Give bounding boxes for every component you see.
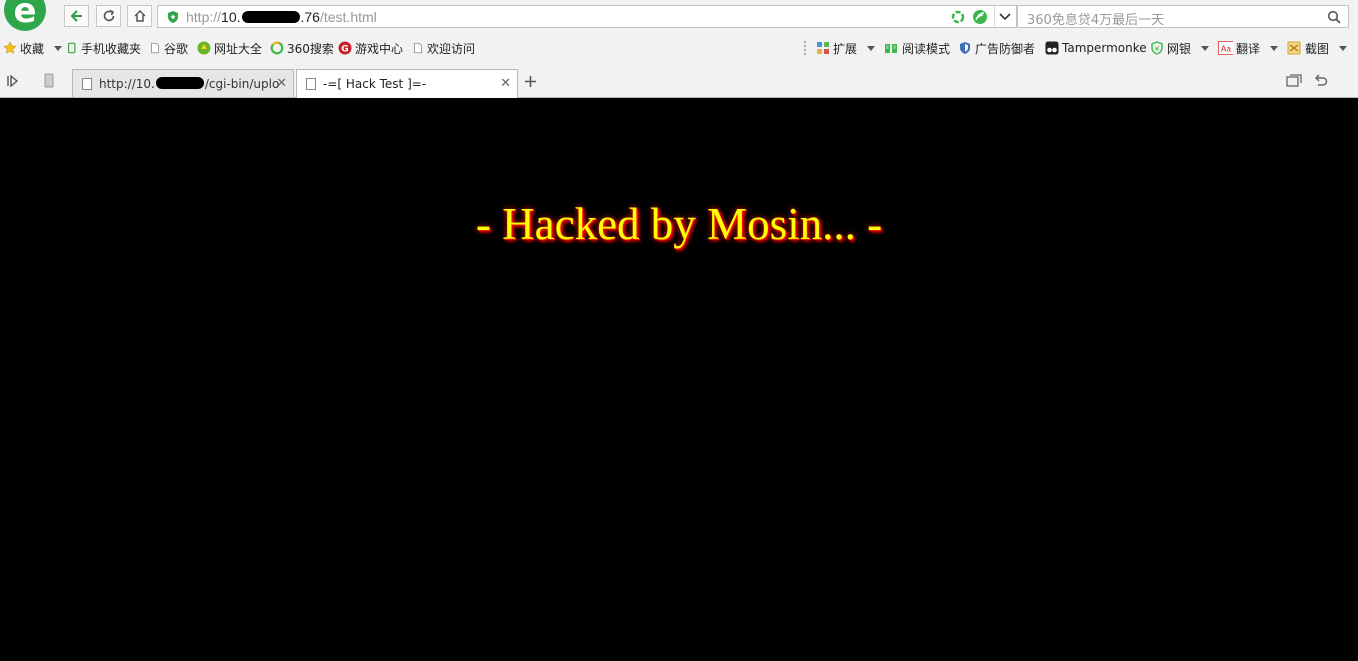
page-icon <box>414 42 423 54</box>
search-placeholder: 360免息贷4万最后一天 <box>1027 13 1165 28</box>
tab-strip: http://10./cgi-bin/uplo ✕ -=[ Hack Test … <box>0 66 1358 98</box>
book-icon <box>885 44 897 53</box>
back-button[interactable] <box>64 5 89 27</box>
page-icon <box>306 78 316 90</box>
undo-close-tab-icon[interactable] <box>1313 73 1328 88</box>
page-icon <box>82 77 92 90</box>
bookmark-google[interactable]: 谷歌 <box>150 40 188 56</box>
tab-upload-page[interactable]: http://10./cgi-bin/uplo ✕ <box>72 69 294 97</box>
search-input[interactable]: 360免息贷4万最后一天 <box>1017 5 1349 28</box>
refresh-button[interactable] <box>96 5 121 27</box>
bookmark-game-center[interactable]: G 游戏中心 <box>338 40 403 56</box>
recycle-icon[interactable] <box>951 10 965 24</box>
tab-title: http://10./cgi-bin/uplo <box>99 76 280 91</box>
home-button[interactable] <box>127 5 152 27</box>
toolbar-screenshot[interactable]: 截图 <box>1286 40 1348 56</box>
svg-text:¥: ¥ <box>1155 45 1160 53</box>
tab-close-icon[interactable]: ✕ <box>500 76 511 91</box>
translate-icon: Aa <box>1218 41 1233 55</box>
arrow-left-icon <box>70 10 82 22</box>
toolbar-extensions[interactable]: 扩展 <box>816 40 876 56</box>
star-icon <box>3 41 17 54</box>
security-shield-icon <box>168 11 178 23</box>
toolbar-tampermonkey[interactable]: Tampermonke <box>1045 40 1147 56</box>
bookmark-welcome[interactable]: 欢迎访问 <box>413 40 475 56</box>
bookmark-mobile-favorites[interactable]: 手机收藏夹 <box>67 40 141 56</box>
site-nav-icon <box>197 41 211 55</box>
bookmarks-bar: 收藏 手机收藏夹 谷歌 网址大全 360搜索 G 游戏中心 欢迎访问 扩展 阅读… <box>0 37 1358 59</box>
svg-text:G: G <box>341 45 348 55</box>
screenshot-icon <box>1287 41 1301 55</box>
address-bar-row: e http://10. .76/test.html 360免息贷4万最后一天 <box>0 0 1358 33</box>
toolbar-translate[interactable]: Aa 翻译 <box>1217 40 1279 56</box>
url-input[interactable]: http://10. .76/test.html <box>157 5 1017 28</box>
tab-close-icon[interactable]: ✕ <box>276 76 287 91</box>
url-text: http://10. .76/test.html <box>186 9 377 25</box>
extensions-icon <box>817 42 829 54</box>
phone-icon <box>68 42 76 54</box>
tab-title: -=[ Hack Test ]=- <box>323 77 427 91</box>
tab-hack-test[interactable]: -=[ Hack Test ]=- ✕ <box>296 69 518 98</box>
page-content: - Hacked by Mosin... - <box>0 98 1358 661</box>
mobile-device-icon[interactable] <box>44 73 54 88</box>
refresh-icon <box>103 9 114 22</box>
svg-text:Aa: Aa <box>1221 45 1231 54</box>
redacted-ip <box>241 11 300 23</box>
toolbar-ad-blocker[interactable]: 广告防御者 <box>958 40 1035 56</box>
chevron-down-icon[interactable] <box>999 12 1011 22</box>
toolbar-divider <box>804 41 808 55</box>
bank-icon: ¥ <box>1151 41 1163 55</box>
home-icon <box>133 9 146 22</box>
game-icon: G <box>338 41 352 55</box>
shield-icon <box>960 42 970 54</box>
360-search-icon <box>270 41 284 55</box>
bookmark-360-search[interactable]: 360搜索 <box>270 40 334 56</box>
search-icon[interactable] <box>1327 10 1341 24</box>
redacted-ip <box>155 76 204 89</box>
toolbar-online-bank[interactable]: ¥ 网银 <box>1150 40 1210 56</box>
bookmark-site-nav[interactable]: 网址大全 <box>197 40 262 56</box>
toolbar-reading-mode[interactable]: 阅读模式 <box>883 40 950 56</box>
browser-logo-icon[interactable]: e <box>3 0 47 32</box>
tab-list-icon[interactable] <box>1286 74 1302 88</box>
sidebar-toggle-icon[interactable] <box>7 75 19 87</box>
browser-chrome: e http://10. .76/test.html 360免息贷4万最后一天 … <box>0 0 1358 98</box>
tampermonkey-icon <box>1045 41 1059 55</box>
bookmark-favorites[interactable]: 收藏 <box>3 40 63 56</box>
page-icon <box>151 42 160 54</box>
new-tab-icon[interactable] <box>524 75 537 88</box>
svg-text:e: e <box>13 0 36 31</box>
page-headline: - Hacked by Mosin... - <box>475 199 883 249</box>
speed-mode-icon[interactable] <box>972 9 988 25</box>
